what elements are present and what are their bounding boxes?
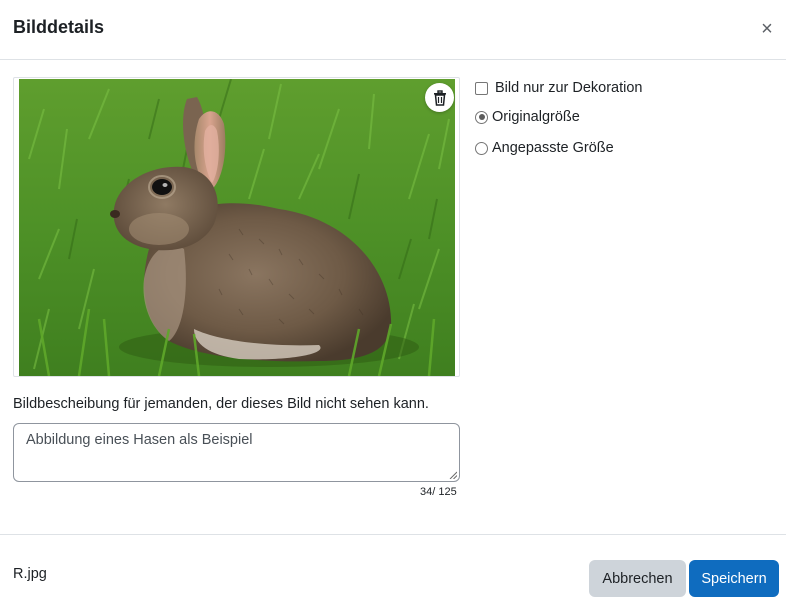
dialog-footer: R.jpg Abbrechen Speichern — [0, 534, 786, 608]
original-size-label: Originalgröße — [492, 109, 580, 125]
original-size-radio[interactable] — [475, 110, 488, 124]
save-button[interactable]: Speichern — [689, 560, 779, 597]
decorative-label: Bild nur zur Dekoration — [495, 80, 643, 96]
custom-size-option[interactable]: Angepasste Größe — [474, 140, 614, 156]
trash-icon[interactable] — [425, 83, 454, 112]
image-preview — [13, 77, 460, 377]
original-size-option[interactable]: Originalgröße — [474, 109, 580, 125]
custom-size-label: Angepasste Größe — [492, 140, 614, 156]
filename: R.jpg — [13, 566, 47, 582]
image-details-dialog: Bilddetails × Bild nur zur Dekoration Or… — [0, 0, 786, 608]
rabbit-photo — [19, 79, 455, 376]
alt-text-value: Abbildung eines Hasen als Beispiel — [26, 432, 253, 448]
resize-grip-icon[interactable] — [449, 471, 457, 479]
dialog-header: Bilddetails × — [0, 0, 786, 60]
close-icon[interactable]: × — [758, 19, 776, 39]
decorative-checkbox[interactable] — [475, 81, 488, 95]
alt-text-input[interactable]: Abbildung eines Hasen als Beispiel — [13, 423, 460, 482]
decorative-option[interactable]: Bild nur zur Dekoration — [474, 80, 643, 96]
dialog-title: Bilddetails — [13, 17, 105, 37]
alt-text-label: Bildbescheibung für jemanden, der dieses… — [13, 396, 429, 412]
custom-size-radio[interactable] — [475, 141, 488, 155]
cancel-button[interactable]: Abbrechen — [589, 560, 686, 597]
character-counter: 34/ 125 — [420, 486, 457, 498]
